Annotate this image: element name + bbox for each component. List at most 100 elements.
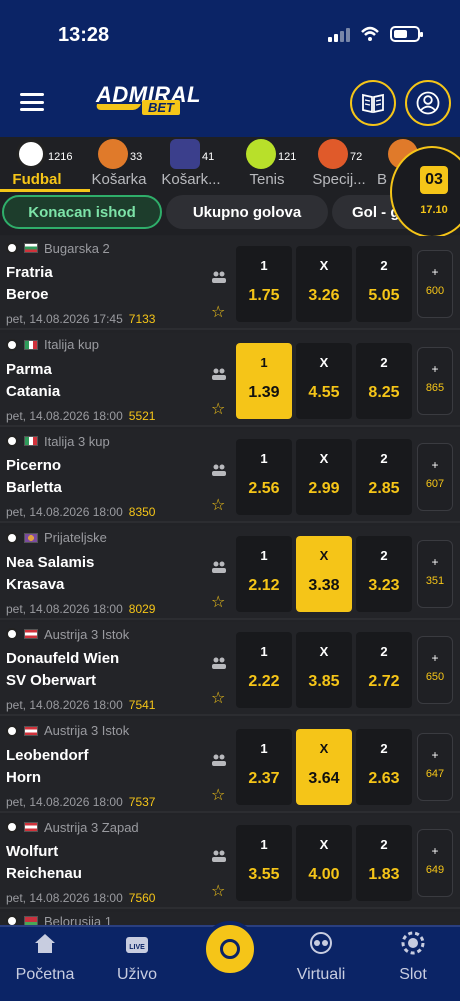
more-markets-count: 351 bbox=[425, 574, 445, 587]
odd-button-1[interactable]: 1 2.37 bbox=[236, 728, 292, 805]
odd-type: 2 bbox=[380, 740, 388, 756]
nav-virtuali[interactable]: Virtuali bbox=[276, 931, 366, 984]
odd-button-x[interactable]: X 3.26 bbox=[296, 246, 352, 322]
more-markets-count: 865 bbox=[425, 381, 445, 394]
match-datetime: pet, 14.08.2026 18:00 bbox=[6, 408, 123, 423]
odd-button-2[interactable]: 2 2.72 bbox=[356, 632, 412, 708]
stats-icon[interactable] bbox=[211, 463, 227, 477]
favorite-star-icon[interactable]: ☆ bbox=[211, 881, 225, 901]
odd-button-x[interactable]: X 2.99 bbox=[296, 439, 352, 515]
more-markets-button[interactable]: +647 bbox=[417, 732, 453, 801]
plus-label: + bbox=[431, 265, 439, 279]
special-balls-icon bbox=[318, 139, 348, 169]
more-markets-button[interactable]: +865 bbox=[417, 346, 453, 415]
sport-label: Fudbal bbox=[12, 171, 62, 188]
profile-button[interactable] bbox=[405, 80, 451, 126]
sport-count: 41 bbox=[202, 151, 215, 163]
odd-type: 1 bbox=[260, 258, 268, 273]
odd-button-x[interactable]: X 3.38 bbox=[296, 535, 352, 612]
league-header: Austrija 3 Zapad bbox=[6, 819, 139, 835]
favorite-star-icon[interactable]: ☆ bbox=[211, 399, 225, 419]
sport-tab-tenis[interactable]: 121 Tenis bbox=[230, 137, 304, 193]
soccer-ball-icon bbox=[6, 242, 18, 254]
more-markets-button[interactable]: +650 bbox=[417, 636, 453, 704]
more-markets-button[interactable]: +607 bbox=[417, 443, 453, 511]
more-markets-button[interactable]: +649 bbox=[417, 829, 453, 897]
stats-icon[interactable] bbox=[211, 849, 227, 863]
match-meta: pet, 14.08.2026 18:00 7537 bbox=[6, 795, 155, 809]
league-name: Austrija 3 Istok bbox=[44, 626, 130, 642]
slot-chip-icon bbox=[401, 931, 425, 955]
league-name: Bugarska 2 bbox=[44, 240, 110, 256]
stats-icon[interactable] bbox=[211, 560, 227, 574]
odd-button-x[interactable]: X 4.00 bbox=[296, 825, 352, 901]
match-row[interactable]: Austrija 3 Istok Donaufeld Wien SV Oberwar… bbox=[0, 622, 460, 716]
match-row[interactable]: Italija 3 kup Picerno Barletta pet, 14.08.2… bbox=[0, 429, 460, 523]
home-team: Fratria bbox=[6, 264, 53, 281]
stats-icon[interactable] bbox=[211, 367, 227, 381]
odd-button-1[interactable]: 1 2.12 bbox=[236, 535, 292, 612]
more-markets-button[interactable]: +600 bbox=[417, 250, 453, 318]
odd-button-2[interactable]: 2 1.83 bbox=[356, 825, 412, 901]
soccer-ball-icon bbox=[6, 628, 18, 640]
odd-button-2[interactable]: 2 2.85 bbox=[356, 439, 412, 515]
odd-button-1[interactable]: 1 2.56 bbox=[236, 439, 292, 515]
odd-button-x[interactable]: X 4.55 bbox=[296, 342, 352, 419]
odd-value: 3.64 bbox=[308, 769, 340, 787]
odd-button-1[interactable]: 1 3.55 bbox=[236, 825, 292, 901]
odd-type: 2 bbox=[380, 451, 388, 466]
odd-button-1[interactable]: 1 1.39 bbox=[236, 342, 292, 419]
away-team: Horn bbox=[6, 768, 41, 786]
odd-button-2[interactable]: 2 5.05 bbox=[356, 246, 412, 322]
odd-button-2[interactable]: 2 3.23 bbox=[356, 535, 412, 612]
more-markets-count: 607 bbox=[425, 478, 445, 490]
stats-icon[interactable] bbox=[211, 656, 227, 670]
match-row[interactable]: Bugarska 2 Fratria Beroe pet, 14.08.2026 17… bbox=[0, 236, 460, 330]
tab-ukupno-golova[interactable]: Ukupno golova bbox=[166, 195, 328, 229]
betslip-button[interactable] bbox=[202, 921, 258, 977]
favorite-star-icon[interactable]: ☆ bbox=[211, 688, 225, 708]
stats-icon[interactable] bbox=[211, 753, 227, 767]
home-team: Donaufeld Wien bbox=[6, 650, 120, 667]
match-datetime: pet, 14.08.2026 18:00 bbox=[6, 505, 123, 519]
sport-tab-fudbal[interactable]: 1216 Fudbal bbox=[0, 137, 74, 193]
sport-tab-kosarka-2[interactable]: 41 Košark... bbox=[154, 137, 228, 193]
favorite-star-icon[interactable]: ☆ bbox=[211, 495, 225, 515]
flag-icon bbox=[24, 532, 38, 543]
odd-type: 2 bbox=[380, 354, 388, 370]
sport-tab-kosarka[interactable]: 33 Košarka bbox=[82, 137, 156, 193]
nav-label: Virtuali bbox=[296, 966, 346, 983]
odd-value: 4.00 bbox=[308, 866, 340, 883]
ticket-book-button[interactable] bbox=[350, 80, 396, 126]
odd-type: X bbox=[319, 740, 329, 756]
tab-konacan-ishod[interactable]: Konacan ishod bbox=[2, 195, 162, 229]
odd-button-x[interactable]: X 3.85 bbox=[296, 632, 352, 708]
odd-button-x[interactable]: X 3.64 bbox=[296, 728, 352, 805]
active-sport-underline bbox=[0, 189, 90, 192]
nav-pocetna[interactable]: Početna bbox=[0, 931, 90, 984]
stats-icon[interactable] bbox=[211, 270, 227, 284]
nav-slot[interactable]: Slot bbox=[368, 931, 458, 984]
match-row[interactable]: Prijateljske Nea Salamis Krasava pet, 14.08… bbox=[0, 525, 460, 620]
flag-icon bbox=[24, 725, 38, 736]
odd-button-1[interactable]: 1 2.22 bbox=[236, 632, 292, 708]
odd-button-2[interactable]: 2 2.63 bbox=[356, 728, 412, 805]
match-row[interactable]: Austrija 3 Istok Leobendorf Horn pet, 14.08… bbox=[0, 718, 460, 813]
match-row[interactable]: Italija kup Parma Catania pet, 14.08.2026 1… bbox=[0, 332, 460, 427]
odd-type: 2 bbox=[380, 644, 388, 659]
nav-uzivo[interactable]: LIVE Uživo bbox=[92, 931, 182, 984]
league-header: Prijateljske bbox=[6, 530, 107, 546]
match-code: 8350 bbox=[128, 505, 156, 519]
menu-icon[interactable] bbox=[20, 93, 44, 111]
odd-value: 3.85 bbox=[308, 673, 340, 690]
match-row[interactable]: Austrija 3 Zapad Wolfurt Reichenau pet, 14.… bbox=[0, 815, 460, 909]
match-meta: pet, 14.08.2026 18:00 7560 bbox=[6, 891, 155, 905]
odd-button-1[interactable]: 1 1.75 bbox=[236, 246, 292, 322]
match-meta: pet, 14.08.2026 18:00 8350 bbox=[6, 505, 155, 519]
favorite-star-icon[interactable]: ☆ bbox=[211, 592, 225, 612]
more-markets-button[interactable]: +351 bbox=[417, 539, 453, 608]
plus-label: + bbox=[431, 361, 439, 376]
favorite-star-icon[interactable]: ☆ bbox=[211, 302, 225, 322]
odd-button-2[interactable]: 2 8.25 bbox=[356, 342, 412, 419]
favorite-star-icon[interactable]: ☆ bbox=[211, 785, 225, 805]
